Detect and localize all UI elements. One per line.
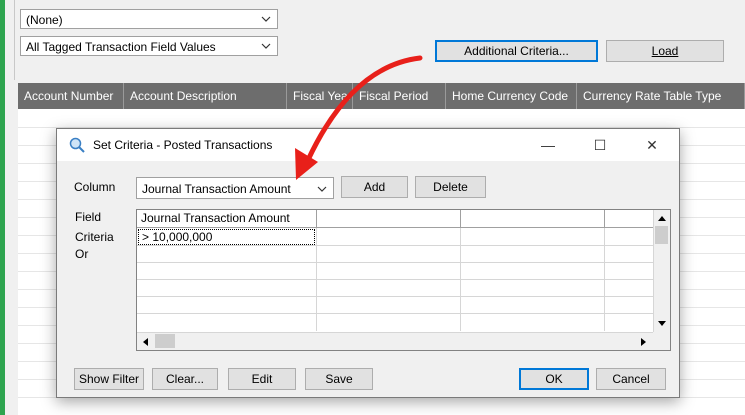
close-icon[interactable]: ✕ <box>637 133 667 157</box>
delete-button[interactable]: Delete <box>415 176 486 198</box>
ok-label: OK <box>545 372 563 386</box>
empty-column-header[interactable] <box>317 210 461 228</box>
minimize-icon[interactable]: — <box>533 133 563 157</box>
column-header[interactable]: Account Description <box>124 83 287 109</box>
maximize-icon[interactable]: ☐ <box>585 133 615 157</box>
divider <box>14 0 15 80</box>
scroll-down-icon[interactable] <box>657 320 667 328</box>
column-header[interactable]: Account Number <box>18 83 124 109</box>
chevron-down-icon <box>261 43 271 49</box>
h-scroll-thumb[interactable] <box>155 334 175 348</box>
criteria-row-label: Criteria <box>75 230 114 244</box>
scroll-left-icon[interactable] <box>141 337 149 347</box>
save-button[interactable]: Save <box>305 368 373 390</box>
column-header[interactable]: Fiscal Period <box>353 83 446 109</box>
empty-column-header[interactable] <box>461 210 605 228</box>
empty-column-header[interactable] <box>605 210 655 228</box>
scroll-right-icon[interactable] <box>640 337 648 347</box>
grid-row-line <box>137 279 653 280</box>
accent-bar <box>0 0 5 415</box>
column-header[interactable]: Currency Rate Table Type <box>577 83 745 109</box>
column-header[interactable]: Home Currency Code <box>446 83 577 109</box>
load-button[interactable]: Load <box>606 40 724 62</box>
grid-row-line <box>137 245 653 246</box>
tagged-values-select[interactable]: All Tagged Transaction Field Values <box>20 36 278 56</box>
grid-row-line <box>137 262 653 263</box>
set-criteria-dialog: Set Criteria - Posted Transactions — ☐ ✕… <box>56 128 680 398</box>
ok-button[interactable]: OK <box>519 368 589 390</box>
clear-label: Clear... <box>165 372 204 386</box>
add-label: Add <box>363 180 386 194</box>
grid-row-line <box>137 313 653 314</box>
criteria-column-header[interactable]: Journal Transaction Amount <box>137 210 317 228</box>
additional-criteria-label: Additional Criteria... <box>464 44 569 58</box>
vertical-scrollbar[interactable] <box>653 210 670 332</box>
show-filter-label: Show Filter <box>78 372 140 386</box>
chevron-down-icon <box>317 186 327 192</box>
column-label: Column <box>74 180 116 194</box>
none-select[interactable]: (None) <box>20 9 278 29</box>
edit-button[interactable]: Edit <box>228 368 296 390</box>
additional-criteria-button[interactable]: Additional Criteria... <box>435 40 598 62</box>
dialog-title: Set Criteria - Posted Transactions <box>93 138 273 152</box>
tagged-values-value: All Tagged Transaction Field Values <box>26 40 216 54</box>
scroll-up-icon[interactable] <box>657 214 667 222</box>
delete-label: Delete <box>433 180 468 194</box>
criteria-grid[interactable]: Journal Transaction Amount > 10,000,000 <box>136 209 671 351</box>
add-button[interactable]: Add <box>341 176 408 198</box>
column-select[interactable]: Journal Transaction Amount <box>136 177 334 199</box>
cancel-button[interactable]: Cancel <box>596 368 666 390</box>
clear-button[interactable]: Clear... <box>152 368 218 390</box>
chevron-down-icon <box>261 16 271 22</box>
scroll-thumb[interactable] <box>655 226 668 244</box>
main-grid-header: Account Number Account Description Fisca… <box>18 83 745 109</box>
scroll-corner <box>653 332 670 350</box>
search-icon <box>69 137 85 153</box>
load-label: Load <box>651 44 679 58</box>
dialog-titlebar[interactable]: Set Criteria - Posted Transactions — ☐ ✕ <box>57 129 679 161</box>
show-filter-button[interactable]: Show Filter <box>74 368 144 390</box>
none-select-value: (None) <box>26 13 63 27</box>
or-row-label: Or <box>75 247 89 261</box>
criteria-cell[interactable]: > 10,000,000 <box>138 229 315 245</box>
column-select-value: Journal Transaction Amount <box>142 182 291 196</box>
grid-row-line <box>137 296 653 297</box>
field-row-label: Field <box>75 210 102 224</box>
column-header[interactable]: Fiscal Year <box>287 83 353 109</box>
edit-label: Edit <box>251 372 273 386</box>
save-label: Save <box>325 372 353 386</box>
horizontal-scrollbar[interactable] <box>137 332 653 350</box>
cancel-label: Cancel <box>612 372 650 386</box>
